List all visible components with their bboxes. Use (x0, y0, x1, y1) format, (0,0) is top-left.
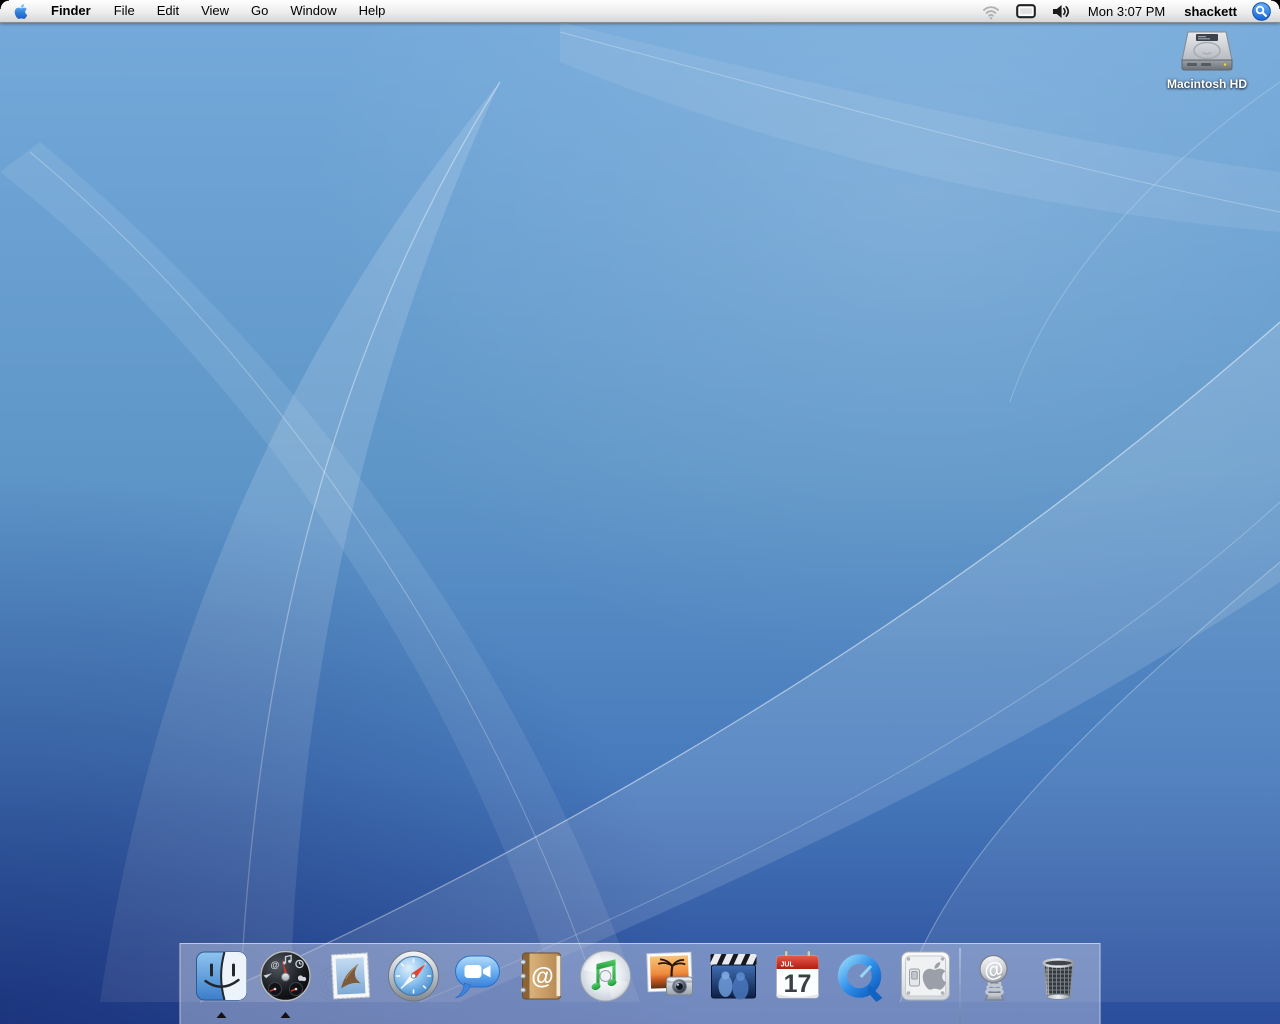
safari-icon (386, 948, 442, 1004)
dock-mail[interactable] (318, 948, 382, 1019)
dock-address-book[interactable]: @ (510, 948, 574, 1019)
menu-bar: Finder File Edit View Go Window Help (0, 0, 1280, 23)
dock-imovie[interactable] (702, 948, 766, 1019)
iphoto-icon (642, 948, 698, 1004)
dock-iphoto[interactable] (638, 948, 702, 1019)
imovie-icon (706, 948, 762, 1004)
system-preferences-icon (898, 948, 954, 1004)
hard-drive-icon (1177, 30, 1237, 76)
dock-ichat[interactable] (446, 948, 510, 1019)
dock-itunes[interactable] (574, 948, 638, 1019)
ical-month: JUL (781, 962, 795, 969)
menu-bar-left: Finder File Edit View Go Window Help (0, 0, 396, 22)
menu-edit[interactable]: Edit (146, 0, 190, 22)
spotlight-icon (1252, 2, 1271, 21)
fast-user-switch-menu[interactable]: shackett (1174, 4, 1247, 19)
menu-window[interactable]: Window (279, 0, 347, 22)
dock-separator (960, 948, 961, 1024)
mac-desktop: Finder File Edit View Go Window Help (0, 0, 1280, 1024)
dock-dashboard[interactable]: @ (254, 948, 318, 1019)
airport-menu-extra[interactable] (974, 0, 1008, 22)
dock-apple-web-link[interactable]: @ (963, 948, 1027, 1019)
dock-finder[interactable] (190, 948, 254, 1019)
dock-system-preferences[interactable] (894, 948, 958, 1019)
dock-quicktime[interactable] (830, 948, 894, 1019)
displays-menu-extra[interactable] (1008, 0, 1044, 22)
running-indicator (281, 1012, 291, 1018)
svg-text:@: @ (271, 960, 280, 970)
trash-icon (1031, 948, 1087, 1004)
ical-day: 17 (784, 970, 812, 998)
itunes-icon (578, 948, 634, 1004)
desktop-area: Macintosh HD (0, 22, 1280, 1024)
running-indicator (217, 1012, 227, 1018)
url-spring-icon: @ (967, 948, 1023, 1004)
dock-safari[interactable] (382, 948, 446, 1019)
svg-text:@: @ (531, 963, 553, 989)
desktop-icon-label: Macintosh HD (1167, 77, 1247, 91)
menu-help[interactable]: Help (348, 0, 397, 22)
screen-corner-right (1271, 0, 1280, 9)
ichat-icon (450, 948, 506, 1004)
ical-icon: JUL 17 (770, 948, 826, 1004)
finder-icon (194, 948, 250, 1004)
dock-ical[interactable]: JUL 17 (766, 948, 830, 1019)
mail-icon (322, 948, 378, 1004)
menu-file[interactable]: File (103, 0, 146, 22)
airport-icon (982, 3, 1000, 20)
menu-go[interactable]: Go (240, 0, 279, 22)
menu-clock[interactable]: Mon 3:07 PM (1079, 4, 1174, 19)
volume-menu-extra[interactable] (1044, 0, 1079, 22)
menu-active-app[interactable]: Finder (39, 0, 103, 22)
dock: @ (180, 943, 1101, 1024)
dock-trash[interactable] (1027, 948, 1091, 1019)
menu-bar-right: Mon 3:07 PM shackett (974, 0, 1280, 22)
dashboard-icon: @ (258, 948, 314, 1004)
address-book-icon: @ (514, 948, 570, 1004)
volume-icon (1052, 4, 1071, 19)
aqua-wallpaper (0, 22, 1280, 1024)
apple-logo-icon (14, 3, 28, 20)
desktop-icon-macintosh-hd[interactable]: Macintosh HD (1148, 30, 1266, 91)
quicktime-icon (834, 948, 890, 1004)
displays-icon (1016, 4, 1036, 19)
screen-corner-left (0, 0, 9, 9)
menu-view[interactable]: View (190, 0, 240, 22)
